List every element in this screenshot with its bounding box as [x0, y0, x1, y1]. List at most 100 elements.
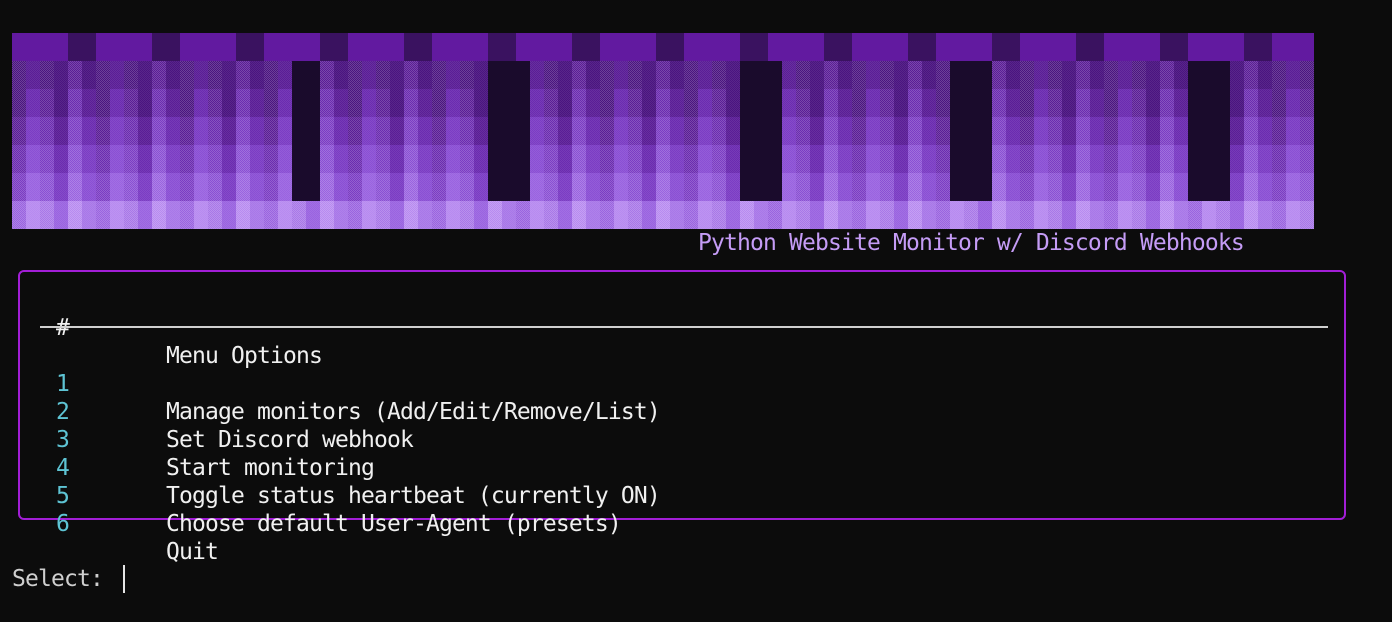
banner-dither — [1216, 201, 1230, 229]
banner-dither — [684, 145, 698, 173]
banner-cell — [306, 145, 320, 173]
banner-cell — [516, 33, 530, 61]
banner-dither — [446, 145, 460, 173]
banner-dither — [572, 145, 586, 173]
banner-dither — [12, 117, 26, 145]
banner-dither — [390, 173, 404, 201]
banner-cell — [1202, 89, 1216, 117]
banner-cell — [194, 33, 208, 61]
banner-cell — [768, 145, 782, 173]
banner-cell — [1132, 33, 1146, 61]
banner-dither — [712, 173, 726, 201]
banner-cell — [964, 145, 978, 173]
banner-dither — [838, 89, 852, 117]
banner-dither — [628, 173, 642, 201]
banner-dither — [1006, 145, 1020, 173]
menu-item-start-monitoring[interactable]: 3 Start monitoring — [20, 398, 375, 481]
menu-item-set-webhook[interactable]: 2 Set Discord webhook — [20, 370, 414, 453]
banner-dither — [810, 61, 824, 89]
banner-dither — [474, 173, 488, 201]
banner-cell — [712, 33, 726, 61]
banner-cell — [754, 117, 768, 145]
banner-cell — [922, 33, 936, 61]
banner-dither — [936, 89, 950, 117]
banner-graphic — [12, 33, 1314, 229]
banner-dither — [530, 173, 544, 201]
banner-dither — [852, 61, 866, 89]
banner-dither — [432, 145, 446, 173]
banner-dither — [1048, 117, 1062, 145]
banner-dither — [1048, 89, 1062, 117]
banner-dither — [908, 173, 922, 201]
banner-dither — [1244, 61, 1258, 89]
banner-cell — [572, 33, 586, 61]
banner-dither — [334, 145, 348, 173]
banner-dither — [82, 61, 96, 89]
menu-item-number: 6 — [56, 511, 70, 537]
banner-dither — [1160, 61, 1174, 89]
banner-cell — [306, 173, 320, 201]
banner-dither — [194, 145, 208, 173]
banner-cell — [1118, 33, 1132, 61]
banner-dither — [684, 173, 698, 201]
banner-dither — [1048, 61, 1062, 89]
banner-cell — [754, 33, 768, 61]
banner-dither — [1174, 89, 1188, 117]
banner-dither — [1160, 145, 1174, 173]
banner-dither — [1230, 89, 1244, 117]
banner-dither — [180, 89, 194, 117]
banner-dither — [824, 145, 838, 173]
banner-dither — [642, 89, 656, 117]
banner-dither — [698, 61, 712, 89]
banner-cell — [488, 173, 502, 201]
banner-dither — [208, 173, 222, 201]
banner-dither — [670, 117, 684, 145]
banner-cell — [502, 145, 516, 173]
banner-dither — [530, 61, 544, 89]
banner-dither — [1118, 89, 1132, 117]
banner-dither — [404, 145, 418, 173]
banner-dither — [922, 145, 936, 173]
banner-dither — [1244, 117, 1258, 145]
menu-item-user-agent[interactable]: 5 Choose default User-Agent (presets) — [20, 454, 622, 537]
banner-dither — [292, 201, 306, 229]
banner-cell — [978, 33, 992, 61]
banner-dither — [1300, 61, 1314, 89]
banner-dither — [110, 145, 124, 173]
banner-dither — [82, 117, 96, 145]
banner-dither — [222, 61, 236, 89]
menu-item-manage-monitors[interactable]: 1 Manage monitors (Add/Edit/Remove/List) — [20, 342, 661, 425]
banner-dither — [180, 61, 194, 89]
banner-dither — [908, 117, 922, 145]
banner-dither — [152, 201, 166, 229]
banner-dither — [1230, 145, 1244, 173]
banner-dither — [1258, 117, 1272, 145]
banner-dither — [670, 145, 684, 173]
banner-dither — [446, 173, 460, 201]
banner-dither — [124, 173, 138, 201]
banner-cell — [964, 89, 978, 117]
menu-item-toggle-heartbeat[interactable]: 4 Toggle status heartbeat (currently ON) — [20, 426, 661, 509]
banner-dither — [628, 89, 642, 117]
banner-dither — [1244, 89, 1258, 117]
banner-dither — [432, 89, 446, 117]
banner-dither — [250, 117, 264, 145]
menu-divider — [40, 326, 1328, 328]
banner-dither — [124, 201, 138, 229]
menu-item-quit[interactable]: 6 Quit — [20, 482, 219, 565]
text-cursor[interactable] — [123, 565, 125, 593]
banner-cell — [1188, 173, 1202, 201]
banner-dither — [558, 173, 572, 201]
banner-dither — [474, 201, 488, 229]
banner-dither — [656, 145, 670, 173]
banner-cell — [516, 89, 530, 117]
banner-dither — [208, 89, 222, 117]
banner-cell — [516, 173, 530, 201]
banner-dither — [852, 117, 866, 145]
select-prompt-label: Select: — [12, 566, 104, 592]
banner-dither — [376, 89, 390, 117]
banner-dither — [110, 117, 124, 145]
banner-dither — [558, 145, 572, 173]
banner-dither — [544, 145, 558, 173]
banner-dither — [1090, 89, 1104, 117]
